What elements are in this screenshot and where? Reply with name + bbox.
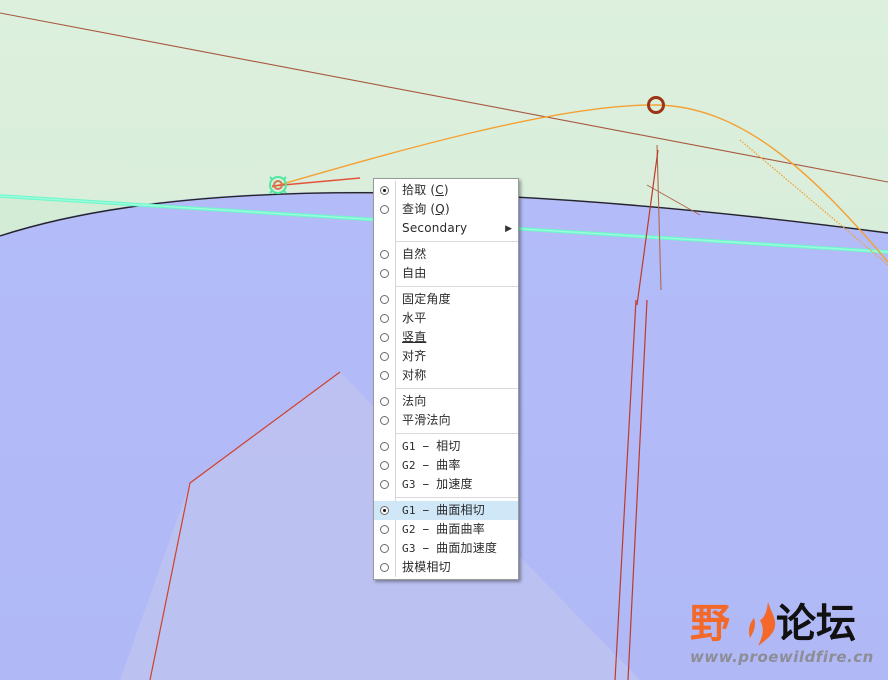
radio-button[interactable] bbox=[374, 205, 395, 214]
menu-item-pick[interactable]: 拾取 (C) bbox=[374, 181, 518, 200]
radio-button[interactable] bbox=[374, 250, 395, 259]
chevron-right-icon: ▶ bbox=[505, 223, 512, 233]
menu-item-label: G2 − 曲率 bbox=[402, 458, 461, 472]
menu-item-label: Secondary bbox=[402, 221, 468, 235]
menu-item-normal[interactable]: 法向 bbox=[374, 392, 518, 411]
menu-separator bbox=[395, 388, 518, 389]
menu-item-label: G2 − 曲面曲率 bbox=[402, 522, 485, 536]
radio-button[interactable] bbox=[374, 269, 395, 278]
menu-item-label: 对称 bbox=[402, 368, 427, 382]
menu-item-smooth-normal[interactable]: 平滑法向 bbox=[374, 411, 518, 430]
application-window: 拾取 (C) 查询 (Q) Secondary ▶ 自然自由固定角度水平竖直对齐对称法向… bbox=[0, 0, 888, 680]
menu-item-g1-tangent[interactable]: G1 − 相切 bbox=[374, 437, 518, 456]
menu-item-label: 查询 (Q) bbox=[402, 202, 450, 216]
menu-item-secondary[interactable]: Secondary ▶ bbox=[374, 219, 518, 238]
radio-button[interactable] bbox=[374, 371, 395, 380]
radio-button[interactable] bbox=[374, 314, 395, 323]
menu-item-label: 固定角度 bbox=[402, 292, 451, 306]
menu-item-label: G3 − 曲面加速度 bbox=[402, 541, 498, 555]
radio-button[interactable] bbox=[374, 333, 395, 342]
menu-item-label: G1 − 曲面相切 bbox=[402, 503, 485, 517]
menu-item-label: 法向 bbox=[402, 394, 427, 408]
menu-item-g2-curvature[interactable]: G2 − 曲率 bbox=[374, 456, 518, 475]
menu-item-label: 拔模相切 bbox=[402, 560, 451, 574]
menu-separator bbox=[395, 286, 518, 287]
menu-item-label: G1 − 相切 bbox=[402, 439, 461, 453]
menu-item-g1-surface-tangent[interactable]: G1 − 曲面相切 bbox=[374, 501, 518, 520]
menu-item-query[interactable]: 查询 (Q) bbox=[374, 200, 518, 219]
menu-separator bbox=[395, 433, 518, 434]
menu-separator bbox=[395, 241, 518, 242]
radio-button[interactable] bbox=[374, 352, 395, 361]
radio-button[interactable] bbox=[374, 506, 395, 515]
radio-button[interactable] bbox=[374, 186, 395, 195]
radio-button[interactable] bbox=[374, 525, 395, 534]
radio-button[interactable] bbox=[374, 416, 395, 425]
menu-item-label: 平滑法向 bbox=[402, 413, 451, 427]
menu-item-free[interactable]: 自由 bbox=[374, 264, 518, 283]
menu-item-vertical[interactable]: 竖直 bbox=[374, 328, 518, 347]
context-menu[interactable]: 拾取 (C) 查询 (Q) Secondary ▶ 自然自由固定角度水平竖直对齐对称法向… bbox=[373, 178, 519, 580]
menu-item-g2-surface-curvature[interactable]: G2 − 曲面曲率 bbox=[374, 520, 518, 539]
menu-item-label: 对齐 bbox=[402, 349, 427, 363]
menu-separator bbox=[395, 497, 518, 498]
menu-item-label: 自然 bbox=[402, 247, 427, 261]
menu-item-draft-tangent[interactable]: 拔模相切 bbox=[374, 558, 518, 577]
menu-item-label: 水平 bbox=[402, 311, 427, 325]
menu-item-label: 拾取 (C) bbox=[402, 183, 449, 197]
radio-button[interactable] bbox=[374, 544, 395, 553]
menu-item-label: G3 − 加速度 bbox=[402, 477, 473, 491]
menu-item-g3-surface-acceleration[interactable]: G3 − 曲面加速度 bbox=[374, 539, 518, 558]
radio-button[interactable] bbox=[374, 442, 395, 451]
menu-item-fixed-angle[interactable]: 固定角度 bbox=[374, 290, 518, 309]
menu-item-natural[interactable]: 自然 bbox=[374, 245, 518, 264]
radio-button[interactable] bbox=[374, 480, 395, 489]
menu-item-horizontal[interactable]: 水平 bbox=[374, 309, 518, 328]
radio-button[interactable] bbox=[374, 461, 395, 470]
menu-item-align[interactable]: 对齐 bbox=[374, 347, 518, 366]
menu-item-label: 自由 bbox=[402, 266, 427, 280]
menu-item-label: 竖直 bbox=[402, 330, 427, 344]
radio-button[interactable] bbox=[374, 397, 395, 406]
radio-button[interactable] bbox=[374, 563, 395, 572]
menu-item-g3-acceleration[interactable]: G3 − 加速度 bbox=[374, 475, 518, 494]
menu-item-symmetric[interactable]: 对称 bbox=[374, 366, 518, 385]
radio-button[interactable] bbox=[374, 295, 395, 304]
